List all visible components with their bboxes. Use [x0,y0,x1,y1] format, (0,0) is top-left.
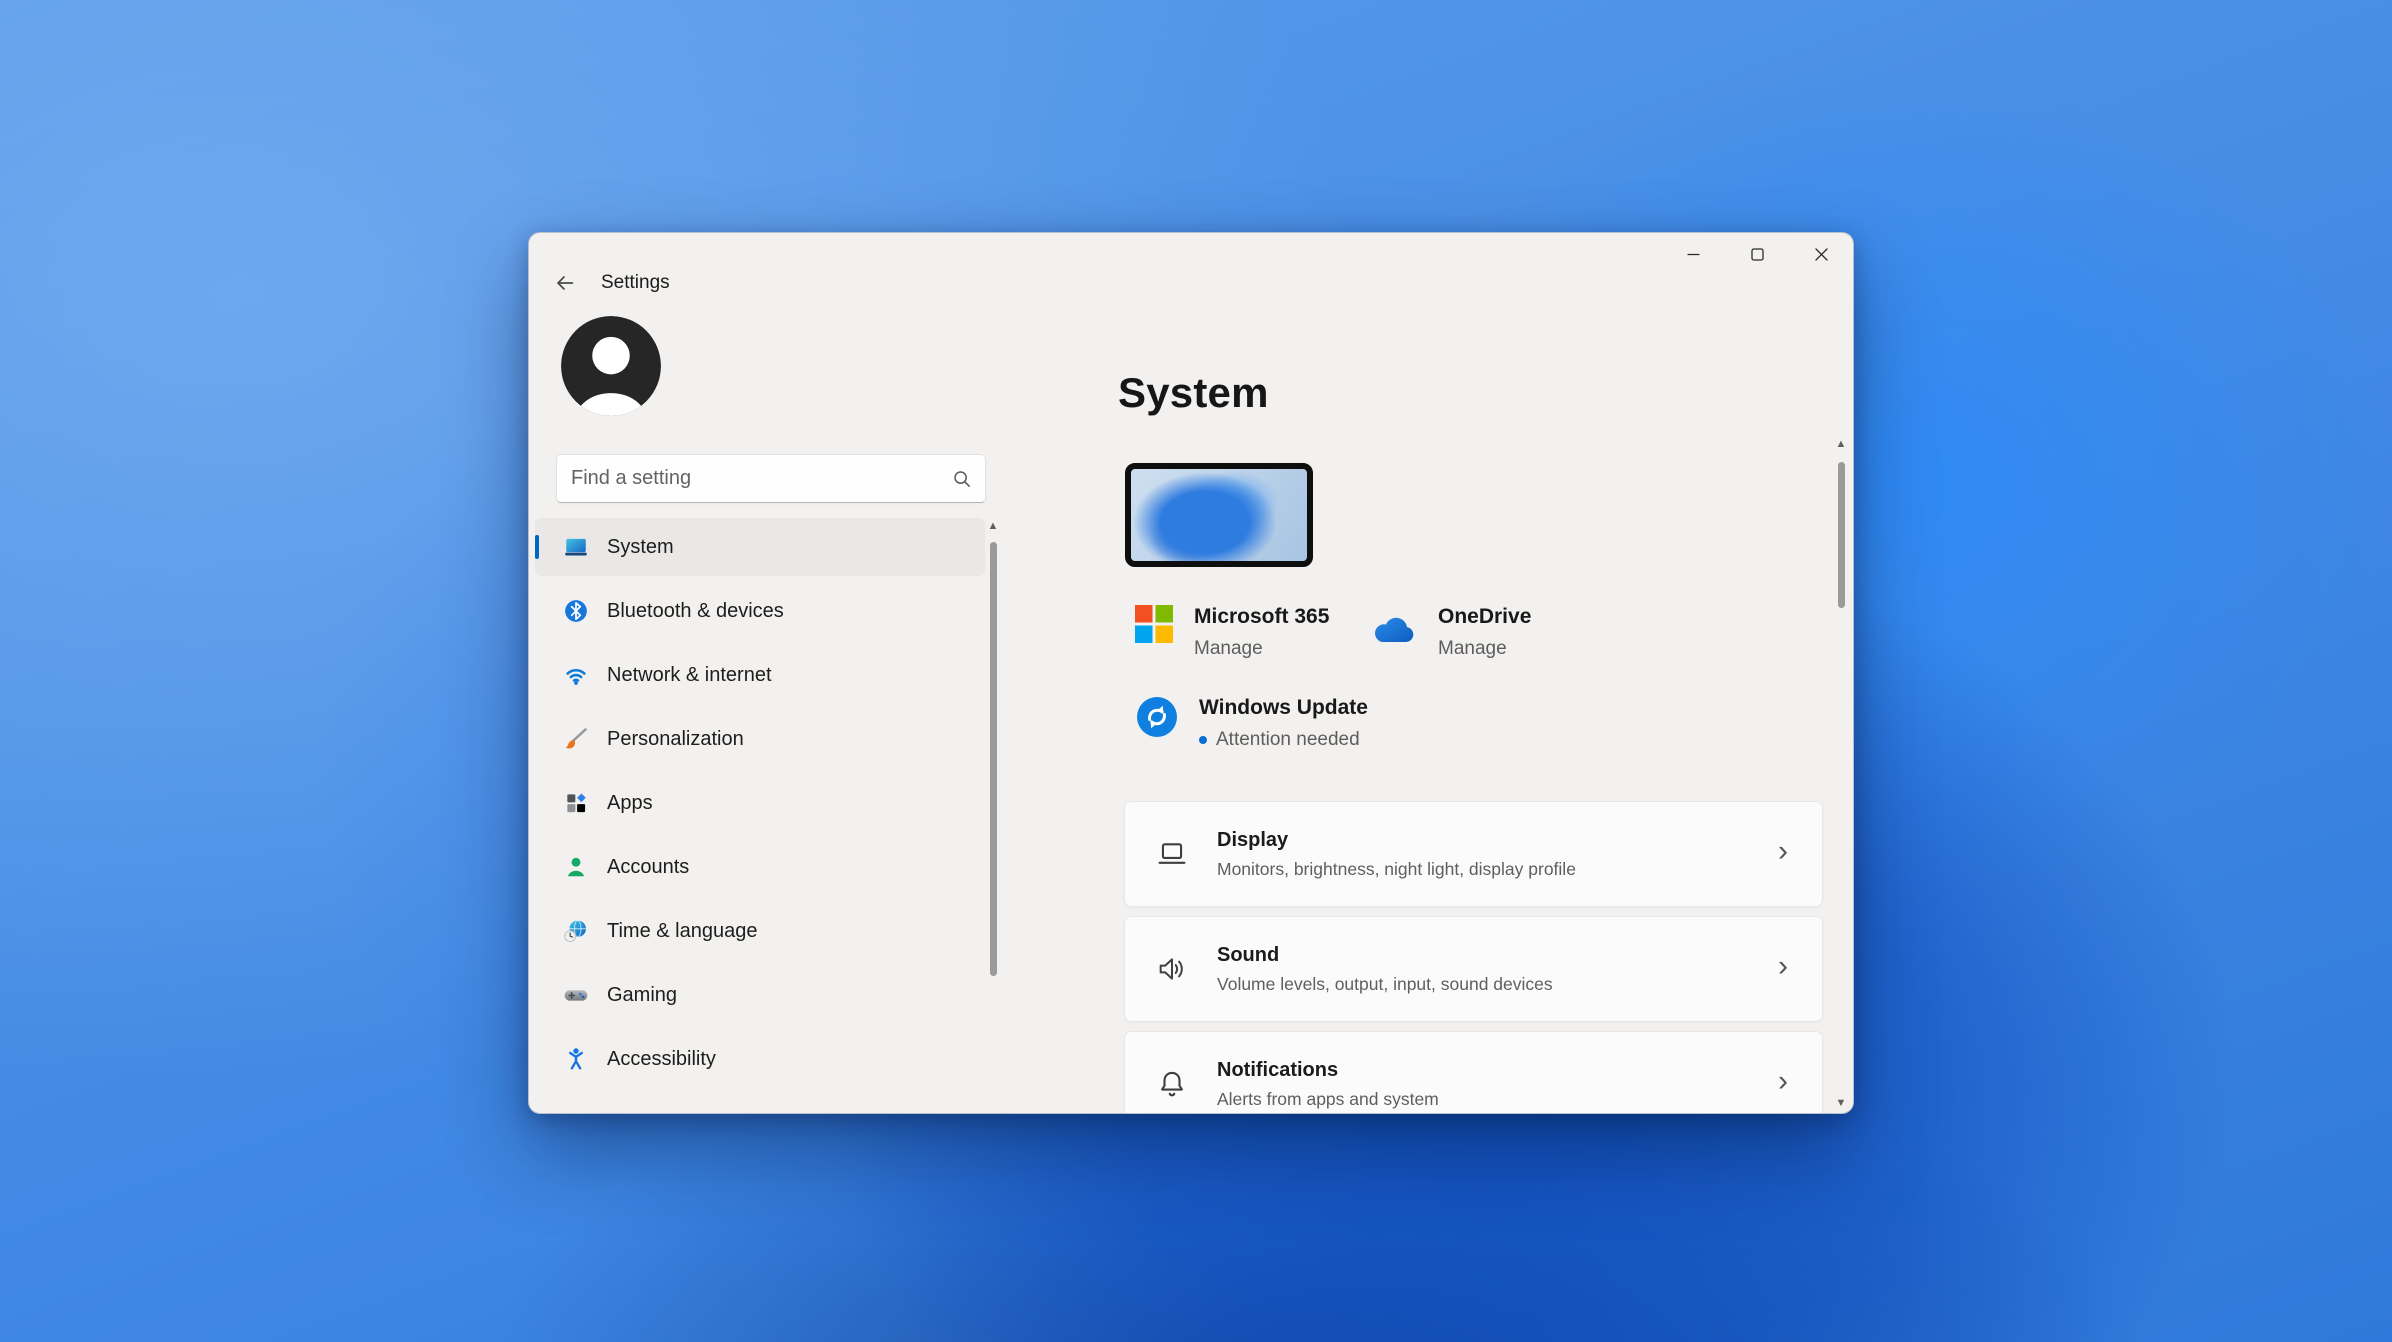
page-title: System [1118,369,1269,416]
back-button[interactable] [547,265,583,301]
chevron-right-icon: › [1778,949,1788,983]
notifications-icon [1155,1067,1189,1101]
selected-accent-bar [535,535,539,559]
sidebar-item-accounts[interactable]: Accounts [535,838,985,896]
personalization-icon [563,726,589,752]
windows-update-link[interactable]: Windows Update Attention needed [1136,696,1368,751]
sidebar-item-bluetooth-devices[interactable]: Bluetooth & devices [535,582,985,640]
gaming-icon [563,982,589,1008]
onedrive-icon [1371,615,1417,650]
sidebar-item-label: Personalization [607,727,744,750]
accounts-icon [563,854,589,880]
sidebar-item-apps[interactable]: Apps [535,774,985,832]
sidebar-item-network-internet[interactable]: Network & internet [535,646,985,704]
time-language-icon [563,918,589,944]
quick-link-onedrive[interactable]: OneDrive Manage [1371,605,1531,660]
sidebar-item-system[interactable]: System [535,518,985,576]
sidebar-item-label: Network & internet [607,663,772,686]
maximize-button[interactable] [1725,233,1789,275]
windows-update-status: Attention needed [1216,729,1360,750]
sidebar-item-label: Gaming [607,983,678,1006]
quick-link-manage: Manage [1438,638,1507,659]
network-icon [563,662,589,688]
window-title: Settings [601,272,670,293]
search-input[interactable] [557,467,945,490]
card-title: Notifications [1217,1058,1339,1081]
sidebar-item-label: System [607,535,674,558]
settings-card-list: Display Monitors, brightness, night light… [1124,801,1823,1113]
bluetooth-icon [563,598,589,624]
maximize-icon [1750,247,1764,261]
chevron-right-icon: › [1778,834,1788,868]
card-sound[interactable]: Sound Volume levels, output, input, sound… [1124,916,1823,1022]
card-display[interactable]: Display Monitors, brightness, night light… [1124,801,1823,907]
card-title: Display [1217,828,1289,851]
sidebar-scrollbar: ▲ ▼ [987,521,999,1113]
settings-window: Settings Find a setting System Bluetooth… [528,232,1854,1114]
close-button[interactable] [1789,233,1853,275]
sidebar-item-label: Accessibility [607,1047,716,1070]
sidebar-item-accessibility[interactable]: Accessibility [535,1030,985,1088]
close-icon [1814,247,1828,261]
main-scrollbar-thumb[interactable] [1837,462,1845,608]
desktop-wallpaper: Settings Find a setting System Bluetooth… [0,0,2392,1342]
account-avatar[interactable] [561,316,661,416]
main-scrollbar: ▲ ▼ [1835,439,1847,1109]
sidebar-item-gaming[interactable]: Gaming [535,966,985,1024]
sidebar-item-label: Apps [607,791,653,814]
search-box [556,454,986,503]
apps-icon [563,790,589,816]
windows-update-title: Windows Update [1199,696,1368,719]
display-icon [1155,837,1189,871]
sound-icon [1155,952,1189,986]
device-preview-image [1125,463,1313,567]
microsoft-365-icon [1135,605,1173,648]
window-controls [1661,233,1853,275]
chevron-right-icon: › [1778,1064,1788,1098]
scroll-up-icon[interactable]: ▲ [988,521,999,532]
accessibility-icon [563,1046,589,1072]
card-title: Sound [1217,943,1280,966]
back-arrow-icon [557,276,574,290]
minimize-icon [1687,253,1699,255]
quick-link-title: OneDrive [1438,605,1532,628]
minimize-button[interactable] [1661,233,1725,275]
quick-link-manage: Manage [1194,638,1263,659]
sidebar-item-label: Bluetooth & devices [607,599,784,622]
card-subtitle: Volume levels, output, input, sound devi… [1217,973,1553,994]
sidebar-nav: System Bluetooth & devices Network & inter… [535,518,985,1094]
card-notifications[interactable]: Notifications Alerts from apps and system… [1124,1031,1823,1113]
card-subtitle: Alerts from apps and system [1217,1088,1439,1109]
card-subtitle: Monitors, brightness, night light, displ… [1217,858,1576,879]
sidebar-item-label: Accounts [607,855,690,878]
search-icon [945,469,979,489]
attention-dot-icon [1199,736,1207,744]
quick-link-microsoft-365[interactable]: Microsoft 365 Manage [1135,605,1329,660]
sidebar-item-time-language[interactable]: Time & language [535,902,985,960]
scroll-up-icon[interactable]: ▲ [1836,439,1847,450]
system-icon [563,534,589,560]
sidebar-item-personalization[interactable]: Personalization [535,710,985,768]
windows-update-icon [1136,696,1178,743]
quick-link-title: Microsoft 365 [1194,605,1330,628]
sidebar-item-label: Time & language [607,919,758,942]
scroll-down-icon[interactable]: ▼ [1836,1098,1847,1109]
person-avatar-icon [561,316,661,416]
sidebar-scrollbar-thumb[interactable] [989,542,997,976]
